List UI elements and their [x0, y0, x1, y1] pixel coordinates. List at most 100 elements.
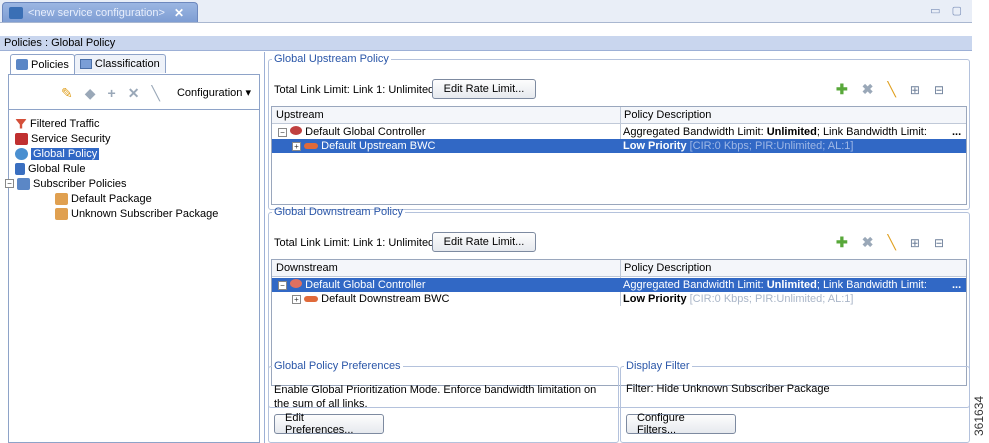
- collapse-icon[interactable]: −: [278, 128, 287, 137]
- add-icon[interactable]: ✚: [836, 81, 848, 98]
- classification-icon: [79, 59, 92, 69]
- row-desc: Aggregated Bandwidth Limit:: [623, 126, 767, 138]
- filter-icon: [15, 118, 27, 129]
- downstream-legend: Global Downstream Policy: [274, 206, 403, 218]
- delete-icon[interactable]: ✕: [128, 85, 140, 102]
- subscriber-icon: [17, 177, 30, 190]
- left-panel: Policies Classification ✎ ◆ + ✕ ╲ Config…: [0, 52, 265, 443]
- collapse-all-icon[interactable]: ⊟: [934, 236, 944, 250]
- preferences-text: Enable Global Prioritization Mode. Enfor…: [274, 384, 597, 410]
- collapse-all-icon[interactable]: ⊟: [934, 83, 944, 97]
- add-icon[interactable]: +: [108, 85, 116, 102]
- expand-icon[interactable]: +: [292, 142, 301, 151]
- tree-label: Global Policy: [31, 147, 100, 160]
- table-row[interactable]: − Default Global Controller Aggregated B…: [272, 125, 966, 139]
- table-row[interactable]: + Default Downstream BWC Low Priority [C…: [272, 292, 966, 306]
- tree-item-global-rule[interactable]: Global Rule: [15, 161, 85, 176]
- collapse-icon[interactable]: −: [5, 179, 14, 188]
- column-header-policy-description[interactable]: Policy Description: [620, 260, 966, 277]
- delete-icon[interactable]: ✖: [862, 81, 874, 98]
- controller-icon: [290, 279, 303, 288]
- edit-icon[interactable]: ╲: [887, 234, 895, 251]
- row-desc-params: [CIR:0 Kbps; PIR:Unlimited; AL:1]: [686, 140, 854, 152]
- upstream-table: Upstream Policy Description − Default Gl…: [271, 106, 967, 205]
- right-panel: Global Upstream Policy Total Link Limit:…: [265, 52, 972, 443]
- package-icon: [55, 207, 68, 220]
- downstream-actions: ✚ ✖ ╲ ⊞ ⊟: [836, 234, 944, 251]
- policies-icon: [16, 59, 28, 70]
- tab-classification-label: Classification: [94, 58, 160, 70]
- downstream-limit-text: Total Link Limit: Link 1: Unlimited: [274, 237, 435, 249]
- breadcrumb: Policies : Global Policy: [0, 36, 972, 51]
- preferences-legend: Global Policy Preferences: [274, 360, 401, 372]
- upstream-actions: ✚ ✖ ╲ ⊞ ⊟: [836, 81, 944, 98]
- row-desc-bold: Low Priority: [623, 140, 687, 152]
- tab-policies[interactable]: Policies: [10, 54, 75, 74]
- display-filter-text: Filter: Hide Unknown Subscriber Package: [626, 383, 830, 395]
- global-policy-icon: [15, 147, 28, 160]
- row-desc-bold: Low Priority: [623, 293, 687, 305]
- tab-policies-label: Policies: [31, 58, 69, 71]
- column-header-upstream[interactable]: Upstream: [272, 107, 620, 124]
- row-desc: Aggregated Bandwidth Limit:: [623, 279, 767, 291]
- upstream-edit-rate-limit-button[interactable]: Edit Rate Limit...: [432, 79, 536, 99]
- downstream-edit-rate-limit-button[interactable]: Edit Rate Limit...: [432, 232, 536, 252]
- column-header-policy-description[interactable]: Policy Description: [620, 107, 966, 124]
- add-icon[interactable]: ✚: [836, 234, 848, 251]
- tree-label: Global Rule: [28, 162, 86, 175]
- window-controls[interactable]: ▭ ▢: [930, 4, 966, 17]
- table-row[interactable]: + Default Upstream BWC Low Priority [CIR…: [272, 139, 966, 153]
- upstream-legend: Global Upstream Policy: [274, 53, 389, 65]
- tree-item-unknown-subscriber-package[interactable]: Unknown Subscriber Package: [55, 206, 218, 221]
- table-row[interactable]: − Default Global Controller Aggregated B…: [272, 278, 966, 292]
- editor-tab[interactable]: <new service configuration> ✕: [2, 2, 198, 22]
- column-header-downstream[interactable]: Downstream: [272, 260, 620, 277]
- more-icon[interactable]: ...: [952, 278, 961, 292]
- row-desc-suffix: ; Link Bandwidth Limit:: [816, 126, 927, 138]
- configuration-menu[interactable]: Configuration ▾: [177, 86, 251, 99]
- close-icon[interactable]: ✕: [174, 6, 184, 20]
- edit-preferences-button[interactable]: Edit Preferences...: [274, 412, 384, 436]
- row-desc-bold: Unlimited: [766, 126, 817, 138]
- tree-label: Subscriber Policies: [33, 177, 127, 190]
- move-icon[interactable]: ◆: [85, 85, 96, 102]
- row-name: Default Global Controller: [305, 126, 426, 138]
- policy-toolbar: ✎ ◆ + ✕ ╲ Configuration ▾: [8, 74, 260, 110]
- delete-icon[interactable]: ✖: [862, 234, 874, 251]
- display-filter-legend: Display Filter: [626, 360, 690, 372]
- policy-tree: Filtered Traffic Service Security Global…: [5, 110, 260, 443]
- figure-id: 361634: [972, 395, 986, 436]
- tree-item-global-policy[interactable]: Global Policy: [15, 146, 100, 161]
- tree-item-default-package[interactable]: Default Package: [55, 191, 152, 206]
- bwc-icon: [304, 296, 319, 302]
- row-desc-bold: Unlimited: [766, 279, 817, 291]
- rename-icon[interactable]: ╲: [151, 85, 159, 102]
- tree-label: Service Security: [31, 132, 111, 145]
- editor-tab-bar: <new service configuration> ✕ ▭ ▢: [0, 0, 972, 23]
- configure-filters-button[interactable]: Configure Filters...: [626, 412, 736, 436]
- tree-item-subscriber-policies[interactable]: − Subscriber Policies: [5, 176, 127, 191]
- row-name: Default Downstream BWC: [321, 293, 450, 305]
- upstream-limit-text: Total Link Limit: Link 1: Unlimited: [274, 84, 435, 96]
- tree-item-service-security[interactable]: Service Security: [15, 131, 110, 146]
- more-icon[interactable]: ...: [952, 125, 961, 139]
- service-config-icon: [9, 6, 23, 19]
- tree-label: Filtered Traffic: [30, 117, 100, 130]
- row-name: Default Global Controller: [305, 279, 426, 291]
- row-desc-suffix: ; Link Bandwidth Limit:: [816, 279, 927, 291]
- row-desc-params: [CIR:0 Kbps; PIR:Unlimited; AL:1]: [686, 293, 854, 305]
- row-name: Default Upstream BWC: [321, 140, 436, 152]
- collapse-icon[interactable]: −: [278, 281, 287, 290]
- bwc-icon: [304, 143, 319, 149]
- edit-icon[interactable]: ✎: [61, 85, 73, 102]
- package-icon: [55, 192, 68, 205]
- controller-icon: [290, 126, 303, 135]
- expand-all-icon[interactable]: ⊞: [910, 236, 920, 250]
- security-icon: [15, 132, 28, 145]
- tree-item-filtered-traffic[interactable]: Filtered Traffic: [15, 116, 100, 131]
- rule-icon: [15, 162, 25, 175]
- edit-icon[interactable]: ╲: [887, 81, 895, 98]
- tab-classification[interactable]: Classification: [73, 54, 166, 73]
- expand-icon[interactable]: +: [292, 295, 301, 304]
- expand-all-icon[interactable]: ⊞: [910, 83, 920, 97]
